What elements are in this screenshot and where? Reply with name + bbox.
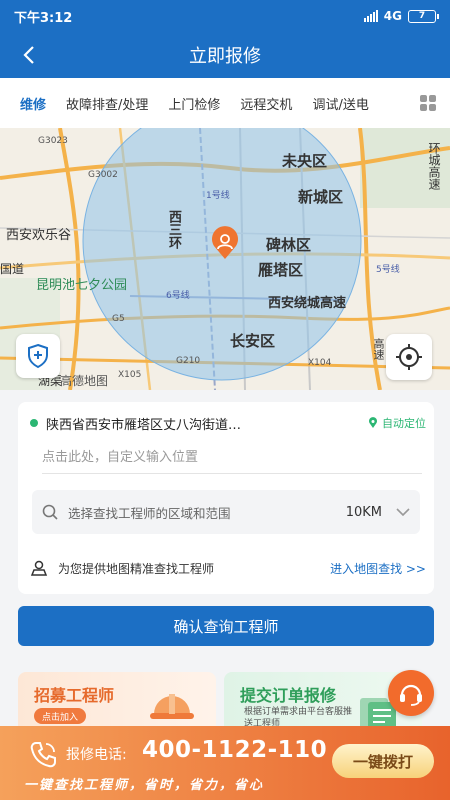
category-tabs: 维修 故障排查/处理 上门检修 远程交机 调试/送电 xyxy=(0,78,450,128)
map-label-yanta: 雁塔区 xyxy=(258,261,304,279)
map-label-line1: 1号线 xyxy=(206,191,230,201)
location-pin-icon xyxy=(212,226,238,259)
map-view[interactable]: 未央区 新城区 碑林区 雁塔区 长安区 西安绕城高速 昆明池七夕公园 西安欢乐谷… xyxy=(0,128,450,390)
map-label-xincheng: 新城区 xyxy=(298,188,344,206)
shield-icon xyxy=(28,343,48,369)
map-label-g3002: G3002 xyxy=(88,170,118,180)
call-now-button[interactable]: 一键拨打 xyxy=(332,744,434,778)
map-label-huanhuan: 环城高速 xyxy=(427,142,441,190)
security-button[interactable] xyxy=(16,334,60,378)
back-button[interactable] xyxy=(14,40,44,70)
battery-icon: 7 xyxy=(408,9,439,23)
map-label-x105: X105 xyxy=(118,370,142,380)
locate-me-button[interactable] xyxy=(386,334,432,380)
status-time: 下午3:12 xyxy=(14,10,73,26)
map-label-kunming: 昆明池七夕公园 xyxy=(36,278,128,293)
phone-icon xyxy=(30,742,56,768)
headset-icon xyxy=(400,684,422,706)
tab-debug[interactable]: 调试/送电 xyxy=(302,94,378,113)
network-type: 4G xyxy=(383,9,402,23)
map-label-beilin: 碑林区 xyxy=(266,236,312,254)
auto-locate-button[interactable]: 自动定位 xyxy=(368,415,426,431)
recruit-title: 招募工程师 xyxy=(34,686,115,705)
header: 立即报修 xyxy=(0,32,450,78)
signal-icon xyxy=(363,10,378,22)
tab-repair[interactable]: 维修 xyxy=(10,94,56,113)
status-icons: 4G 7 xyxy=(363,9,439,23)
custom-location-input[interactable] xyxy=(42,442,422,474)
search-range-placeholder: 选择查找工程师的区域和范围 xyxy=(68,505,231,521)
back-arrow-icon xyxy=(23,46,34,64)
map-label-xisan: 西三环 xyxy=(166,210,181,249)
map-label-line5: 5号线 xyxy=(376,265,400,275)
tab-onsite[interactable]: 上门检修 xyxy=(158,94,230,113)
submit-title: 提交订单报修 xyxy=(240,686,337,705)
crosshair-icon xyxy=(396,344,422,370)
current-address: 陕西省西安市雁塔区丈八沟街道… xyxy=(46,417,242,433)
auto-locate-label: 自动定位 xyxy=(382,417,426,430)
current-address-row: 陕西省西安市雁塔区丈八沟街道… 自动定位 xyxy=(30,412,426,434)
confirm-search-button[interactable]: 确认查询工程师 xyxy=(18,606,434,646)
hotline-banner: 报修电话: 400-1122-110 一键查找工程师，省时，省力，省心 一键拨打 xyxy=(0,726,450,800)
map-search-row: 为您提供地图精准查找工程师 进入地图查找 >> xyxy=(30,556,426,580)
page-title: 立即报修 xyxy=(189,46,261,67)
map-label-g5: G5 xyxy=(112,314,125,324)
hotline-slogan: 一键查找工程师，省时，省力，省心 xyxy=(24,778,265,793)
tab-troubleshoot[interactable]: 故障排查/处理 xyxy=(56,94,158,113)
map-label-line6: 6号线 xyxy=(166,291,190,301)
map-label-gaosu: 高速 xyxy=(372,338,385,360)
helmet-icon xyxy=(150,694,194,719)
map-label-ringroad: 西安绕城高速 xyxy=(268,296,347,311)
location-card: 陕西省西安市雁塔区丈八沟街道… 自动定位 选择查找工程师的区域和范围 10KM … xyxy=(18,402,434,594)
map-label-g210: G210 xyxy=(176,356,201,366)
green-dot-icon xyxy=(30,419,38,427)
search-icon xyxy=(42,504,58,520)
customer-service-button[interactable] xyxy=(388,670,434,716)
map-label-x104: X104 xyxy=(308,358,332,368)
map-person-icon xyxy=(30,560,48,576)
battery-level: 7 xyxy=(418,11,426,21)
join-button[interactable]: 点击加入 xyxy=(34,708,87,724)
tab-remote[interactable]: 远程交机 xyxy=(230,94,302,113)
map-label-changan: 长安区 xyxy=(230,332,276,350)
map-marker-icon xyxy=(369,417,377,428)
hotline-label: 报修电话: xyxy=(66,747,127,763)
map-label-weiyang: 未央区 xyxy=(282,152,328,170)
search-range-field[interactable]: 选择查找工程师的区域和范围 10KM xyxy=(32,490,420,534)
hotline-number: 400-1122-110 xyxy=(142,737,328,763)
map-label-guodao: 国道 xyxy=(0,262,25,276)
range-value: 10KM xyxy=(345,504,382,520)
map-hint-text: 为您提供地图精准查找工程师 xyxy=(58,561,215,576)
map-label-happy-valley: 西安欢乐谷 xyxy=(6,228,72,243)
more-categories-icon[interactable] xyxy=(420,95,436,111)
status-bar: 下午3:12 4G 7 xyxy=(0,0,450,32)
enter-map-link[interactable]: 进入地图查找 >> xyxy=(330,560,426,577)
map-watermark: 高德地图 xyxy=(60,374,109,388)
map-label-g3023: G3023 xyxy=(38,136,68,146)
chevron-down-icon xyxy=(396,508,410,516)
